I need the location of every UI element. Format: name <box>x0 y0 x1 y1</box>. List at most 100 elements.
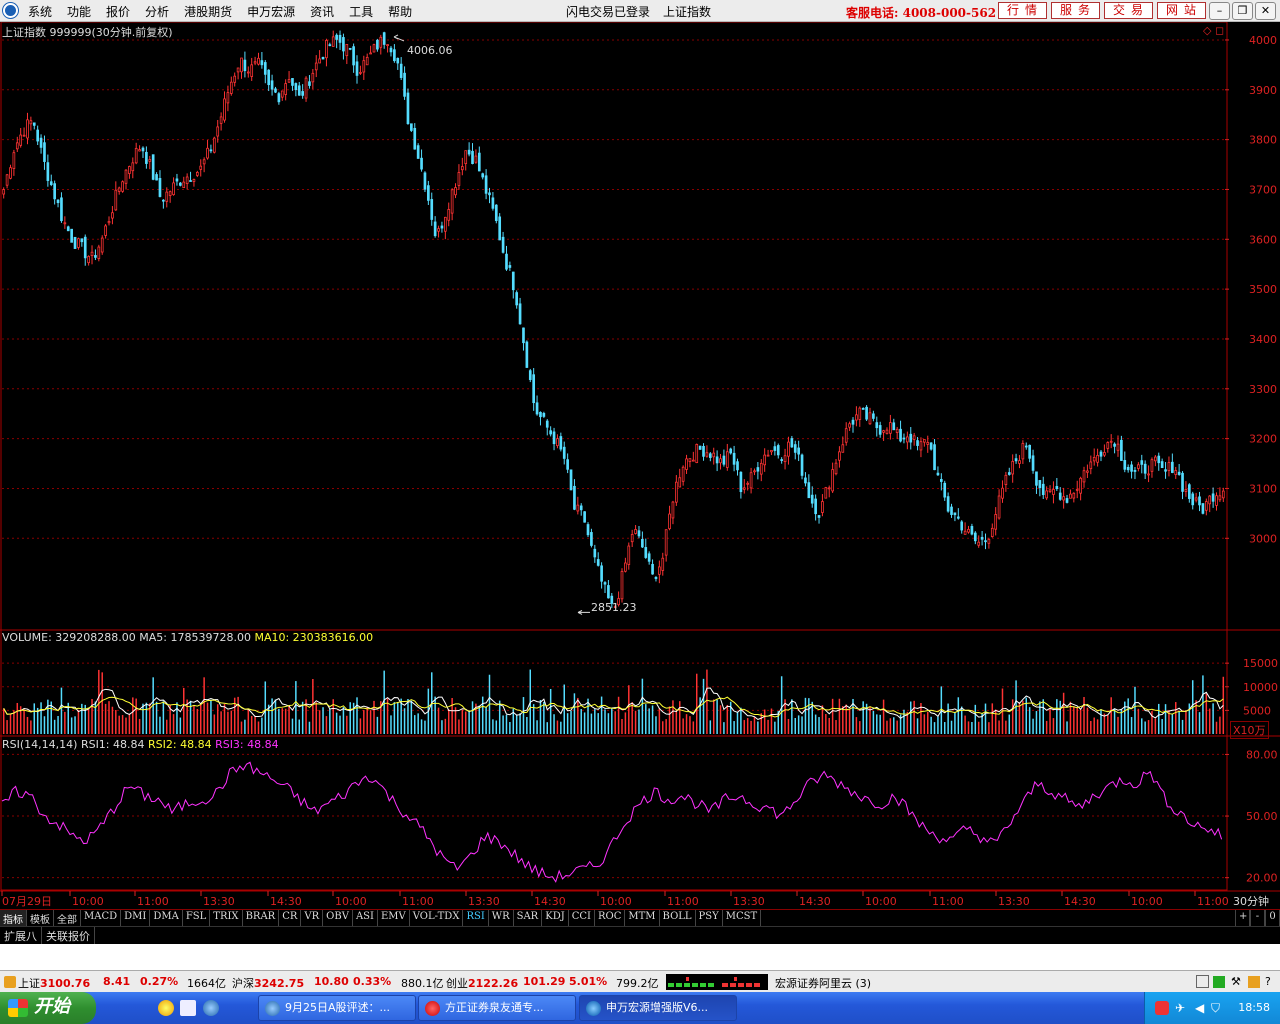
zoom-in-button[interactable]: + <box>1235 910 1250 926</box>
candle-body <box>43 142 46 162</box>
tab-wr[interactable]: WR <box>489 910 514 926</box>
menu-tools[interactable]: 工具 <box>349 3 373 20</box>
task-swhy[interactable]: 申万宏源增强版V6... <box>579 995 737 1021</box>
tab-dma[interactable]: DMA <box>150 910 183 926</box>
tools-icon[interactable]: ⚒ <box>1231 975 1241 988</box>
tab-kdj[interactable]: KDJ <box>542 910 569 926</box>
rsi-header: RSI(14,14,14) RSI1: 48.84 RSI2: 48.84 RS… <box>2 738 279 751</box>
chart-area[interactable]: 4000 3900 3800 3700 3600 3500 3400 3300 3200 3100… <box>0 22 1280 908</box>
tab-sar[interactable]: SAR <box>514 910 543 926</box>
quicklaunch-ie-icon[interactable] <box>203 1000 219 1016</box>
volume-icon[interactable]: ◀ <box>1195 1001 1209 1015</box>
tab-cci[interactable]: CCI <box>569 910 595 926</box>
restore-icon[interactable]: ❐ <box>1232 2 1253 20</box>
low-marker-label: 2851.23 <box>591 601 637 614</box>
cy-index[interactable]: 创业2122.26 <box>446 975 518 991</box>
candle-body <box>124 169 128 184</box>
candle-body <box>1021 443 1025 460</box>
chart-settings-icon[interactable]: ◇ ◻ <box>1203 24 1224 37</box>
candle-body <box>26 119 29 139</box>
tab-mtm[interactable]: MTM <box>625 910 660 926</box>
time-tick-label: 14:30 <box>1064 895 1096 908</box>
candle-body <box>793 444 797 453</box>
candle-body <box>647 553 651 562</box>
zoom-out-button[interactable]: - <box>1250 910 1265 926</box>
lock-icon[interactable] <box>1248 976 1260 988</box>
tab-emv[interactable]: EMV <box>378 910 410 926</box>
candle-body <box>783 455 787 463</box>
tab-rsi[interactable]: RSI <box>463 910 489 926</box>
tab-extension-eight[interactable]: 扩展八 <box>0 927 42 945</box>
help-icon[interactable]: ? <box>1265 975 1271 988</box>
tab-trix[interactable]: TRIX <box>210 910 243 926</box>
network-icon[interactable]: ✈ <box>1175 1001 1189 1015</box>
tab-roc[interactable]: ROC <box>595 910 626 926</box>
candle-body <box>556 438 559 447</box>
service-button[interactable]: 服务 <box>1051 2 1100 19</box>
task-browser[interactable]: 9月25日A股评述：... <box>258 995 416 1021</box>
candle-body <box>909 433 913 443</box>
tab-brar[interactable]: BRAR <box>243 910 280 926</box>
chart-border <box>0 22 1228 891</box>
candle-body <box>1069 493 1072 499</box>
tab-dmi[interactable]: DMI <box>121 910 151 926</box>
close-icon[interactable]: ✕ <box>1255 2 1276 20</box>
menu-system[interactable]: 系统 <box>28 3 52 20</box>
login-status[interactable]: 闪电交易已登录 <box>566 3 650 20</box>
time-tick-label: 11:00 <box>932 895 964 908</box>
hs-index[interactable]: 沪深3242.75 <box>232 975 304 991</box>
menu-help[interactable]: 帮助 <box>388 3 412 20</box>
tab-all[interactable]: 全部 <box>54 910 81 926</box>
breadth-bar <box>722 983 728 987</box>
tab-psy[interactable]: PSY <box>696 910 723 926</box>
minimize-icon[interactable]: – <box>1209 2 1230 20</box>
tab-mcst[interactable]: MCST <box>723 910 762 926</box>
tab-vol-tdx[interactable]: VOL-TDX <box>410 910 464 926</box>
candle-body <box>1211 493 1215 502</box>
time-tick-label: 11:00 <box>402 895 434 908</box>
rsi3-value: RSI3: 48.84 <box>215 738 279 751</box>
website-button[interactable]: 网站 <box>1157 2 1206 19</box>
tab-boll[interactable]: BOLL <box>660 910 696 926</box>
market-icon[interactable] <box>4 976 16 988</box>
period-label[interactable]: 30分钟 <box>1233 893 1269 909</box>
candle-body <box>2 189 6 195</box>
connection-icon[interactable] <box>1213 976 1225 988</box>
tab-related-quote[interactable]: 关联报价 <box>42 927 95 945</box>
candle-body <box>229 81 233 94</box>
tab-fsl[interactable]: FSL <box>183 910 211 926</box>
trade-button[interactable]: 交易 <box>1104 2 1153 19</box>
service-phone: 客服电话: 4008-000-562 <box>846 6 997 20</box>
tab-macd[interactable]: MACD <box>81 910 122 926</box>
volume-value: VOLUME: 329208288.00 <box>2 631 136 644</box>
quicklaunch-desktop-icon[interactable] <box>180 1000 196 1016</box>
tab-vr[interactable]: VR <box>301 910 324 926</box>
tab-asi[interactable]: ASI <box>353 910 378 926</box>
candle-body <box>1055 486 1059 490</box>
menu-hk-futures[interactable]: 港股期货 <box>184 3 232 20</box>
tab-template[interactable]: 模板 <box>27 910 54 926</box>
menu-swhy[interactable]: 申万宏源 <box>247 3 295 20</box>
sogou-icon[interactable] <box>1155 1001 1169 1015</box>
menu-quote[interactable]: 报价 <box>106 3 130 20</box>
quote-button[interactable]: 行情 <box>998 2 1047 19</box>
candle-body <box>535 402 539 415</box>
kline-chart[interactable]: 4000 3900 3800 3700 3600 3500 3400 3300 3200 3100… <box>0 22 1280 908</box>
menu-function[interactable]: 功能 <box>67 3 91 20</box>
reset-button[interactable]: 0 <box>1265 910 1280 926</box>
layout-icon[interactable] <box>1196 975 1209 988</box>
start-button[interactable]: 开始 <box>0 992 96 1024</box>
candle-body <box>1116 443 1120 451</box>
tab-cr[interactable]: CR <box>279 910 302 926</box>
broker-server[interactable]: 宏源证券阿里云 (3) <box>775 975 871 991</box>
candle-body <box>1072 492 1076 499</box>
tab-obv[interactable]: OBV <box>323 910 353 926</box>
tab-indicator[interactable]: 指标 <box>0 910 27 926</box>
task-founder[interactable]: 方正证券泉友通专... <box>418 995 576 1021</box>
quicklaunch-browser-icon[interactable] <box>158 1000 174 1016</box>
sh-index[interactable]: 上证3100.76 <box>18 975 90 991</box>
security-icon[interactable]: ⛉ <box>1211 1001 1225 1015</box>
candle-body <box>481 173 485 178</box>
menu-info[interactable]: 资讯 <box>310 3 334 20</box>
menu-analysis[interactable]: 分析 <box>145 3 169 20</box>
